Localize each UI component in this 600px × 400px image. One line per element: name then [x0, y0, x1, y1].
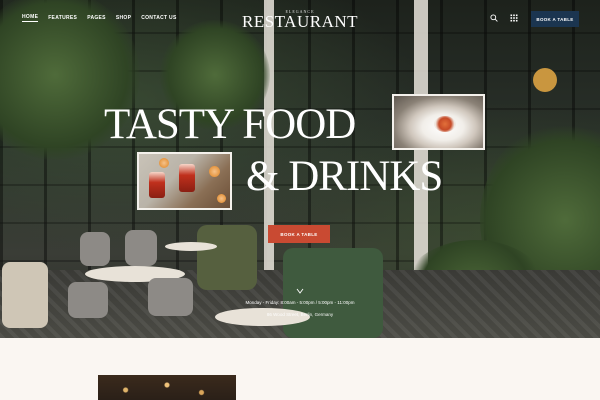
- header-icons: [490, 14, 518, 22]
- citrus-slice: [217, 194, 226, 203]
- hero-title-line-1: TASTY FOOD: [104, 101, 356, 148]
- chair: [80, 232, 110, 266]
- patterned-chair: [2, 262, 48, 328]
- search-icon[interactable]: [490, 14, 498, 22]
- address: 86 Wood Street, Berlin, Germany: [266, 312, 334, 317]
- below-hero-section: [0, 338, 600, 400]
- citrus-slice: [209, 166, 220, 177]
- hero-book-table-button[interactable]: BOOK A TABLE: [268, 225, 330, 243]
- chair: [125, 230, 157, 266]
- cafe-table: [165, 242, 217, 251]
- cocktail-glass: [179, 164, 195, 192]
- citrus-slice: [159, 158, 169, 168]
- interior-photo: [98, 375, 236, 400]
- dish-image: [434, 116, 456, 132]
- hero-title-line-2: & DRINKS: [246, 153, 443, 200]
- opening-hours: Monday - Friday: 8:00am - 5:00pm / 5:00p…: [245, 300, 355, 305]
- cocktail-glass: [149, 172, 165, 198]
- hanging-lamp: [533, 68, 557, 92]
- food-photo: [392, 94, 485, 150]
- olive-armchair: [197, 225, 257, 290]
- header-book-table-button[interactable]: BOOK A TABLE: [531, 11, 579, 27]
- grid-menu-icon[interactable]: [510, 14, 518, 22]
- cafe-table: [215, 308, 310, 326]
- chair: [148, 278, 193, 316]
- hero-section: HOME FEATURES PAGES SHOP CONTACT US ELEG…: [0, 0, 600, 338]
- chevron-down-icon[interactable]: [296, 288, 304, 294]
- drinks-photo: [137, 152, 232, 210]
